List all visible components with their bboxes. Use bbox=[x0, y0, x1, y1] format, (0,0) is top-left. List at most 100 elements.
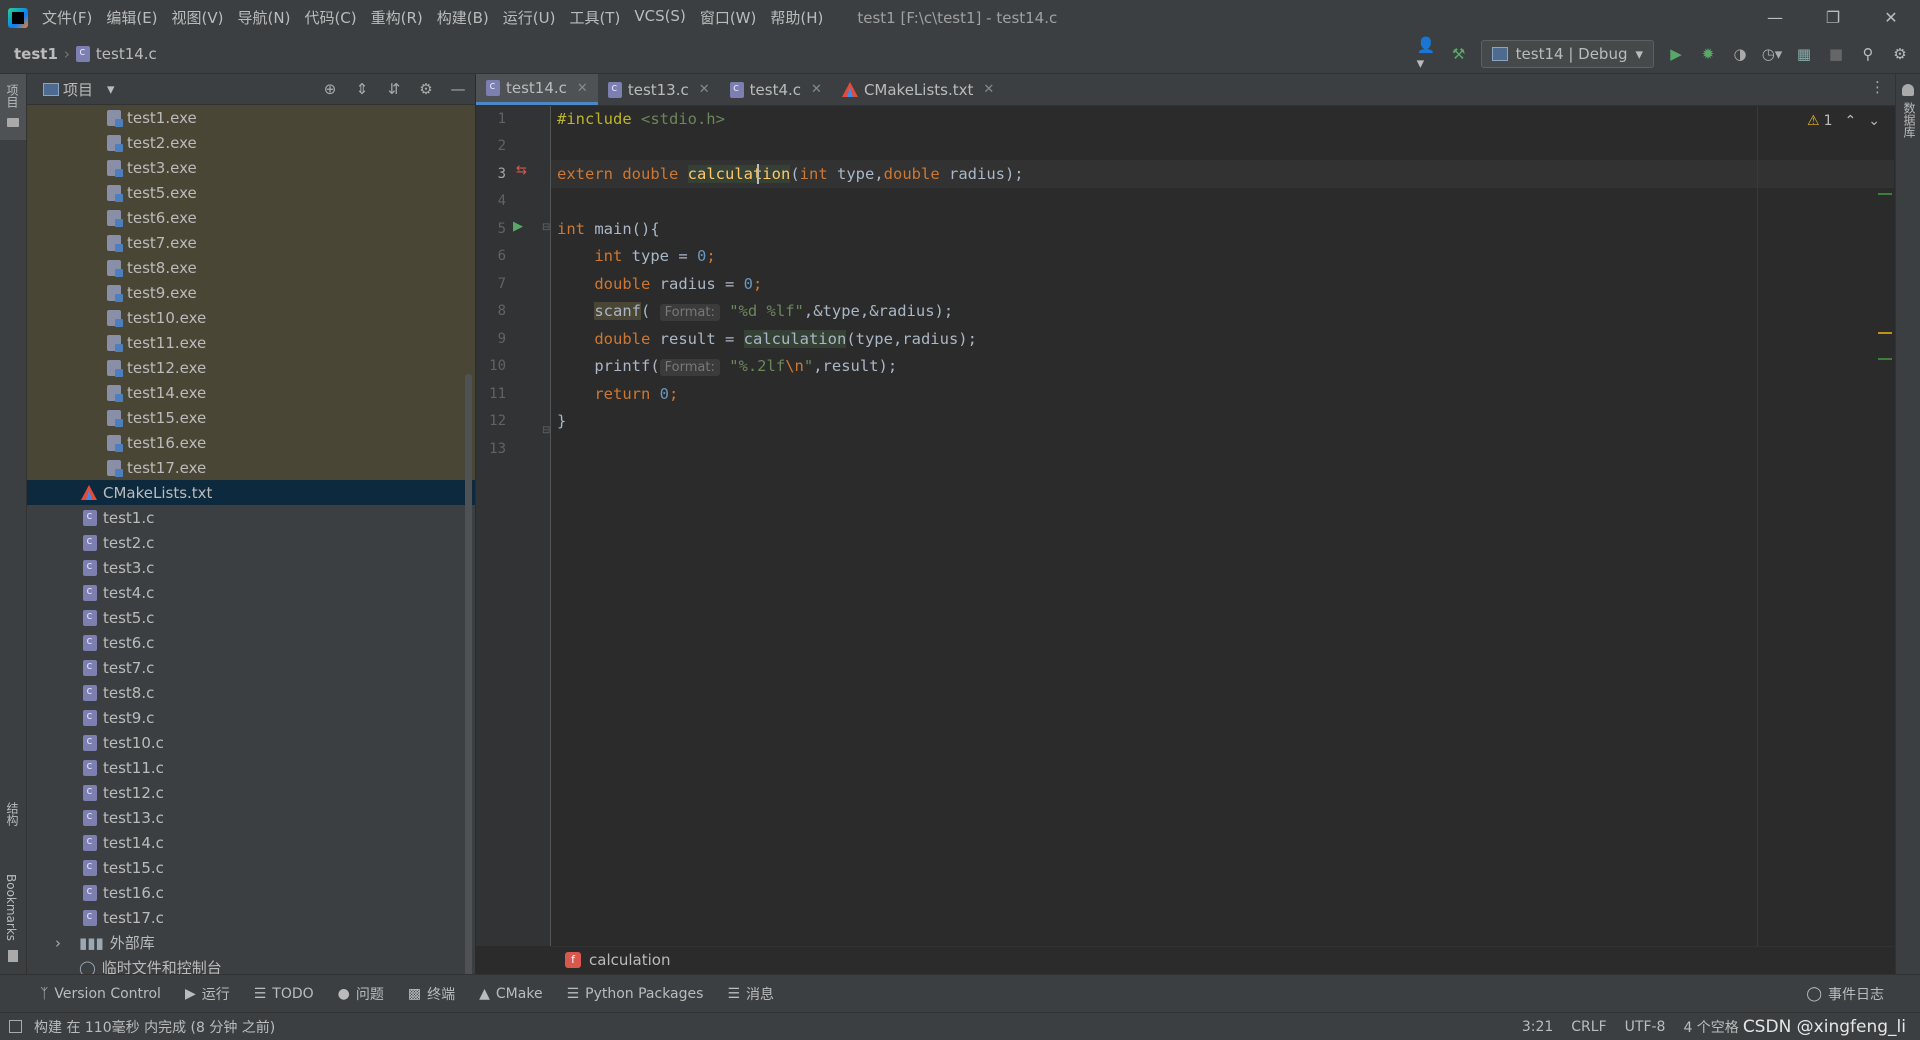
more-options-icon[interactable]: ⋮ bbox=[1870, 78, 1885, 96]
tree-item-source[interactable]: test3.c bbox=[27, 555, 475, 580]
tree-item-exe[interactable]: test11.exe bbox=[27, 330, 475, 355]
tree-item-exe[interactable]: test14.exe bbox=[27, 380, 475, 405]
project-panel-title[interactable]: 项目 bbox=[63, 79, 93, 100]
menu-item-0[interactable]: 文件(F) bbox=[42, 7, 92, 28]
tree-item-source[interactable]: test14.c bbox=[27, 830, 475, 855]
tree-item-source[interactable]: test7.c bbox=[27, 655, 475, 680]
tree-item-exe[interactable]: test3.exe bbox=[27, 155, 475, 180]
profile-icon[interactable]: ◷▾ bbox=[1762, 44, 1783, 64]
previous-highlight-icon[interactable]: ⌃ bbox=[1845, 113, 1857, 129]
code-editor[interactable]: #include <stdio.h> extern double calcula… bbox=[551, 106, 1894, 946]
menu-item-1[interactable]: 编辑(E) bbox=[106, 7, 157, 28]
tool-tab-terminal[interactable]: ▩ 终端 bbox=[408, 984, 455, 1004]
tree-item-source[interactable]: test12.c bbox=[27, 780, 475, 805]
restore-button[interactable]: ❐ bbox=[1804, 0, 1862, 35]
tree-item-exe[interactable]: test6.exe bbox=[27, 205, 475, 230]
hide-panel-icon[interactable]: — bbox=[449, 80, 467, 98]
tree-item-exe[interactable]: test15.exe bbox=[27, 405, 475, 430]
fold-icon[interactable]: ⊟ bbox=[542, 425, 550, 436]
inspection-widget[interactable]: ⚠ 1 ⌃ ⌄ bbox=[1807, 113, 1880, 129]
implementation-marker-icon[interactable]: ⇆ bbox=[516, 163, 527, 178]
panel-settings-gear-icon[interactable]: ⚙ bbox=[417, 80, 435, 98]
breadcrumb-function[interactable]: calculation bbox=[589, 951, 670, 969]
close-tab-icon[interactable]: ✕ bbox=[811, 82, 822, 97]
tree-item-source[interactable]: test17.c bbox=[27, 905, 475, 930]
breadcrumb-file[interactable]: test14.c bbox=[96, 45, 157, 63]
tree-item-source[interactable]: test5.c bbox=[27, 605, 475, 630]
structure-tool-button[interactable]: 结构 bbox=[4, 802, 21, 826]
caret-position[interactable]: 3:21 bbox=[1522, 1019, 1553, 1035]
close-window-button[interactable]: ✕ bbox=[1862, 0, 1920, 35]
run-icon[interactable]: ▶ bbox=[1666, 44, 1686, 64]
menu-item-5[interactable]: 重构(R) bbox=[371, 7, 423, 28]
run-configuration-selector[interactable]: test14 | Debug ▾ bbox=[1480, 40, 1654, 68]
tool-tab-problems[interactable]: ● 问题 bbox=[338, 984, 384, 1004]
bookmarks-tool-button[interactable]: Bookmarks bbox=[4, 874, 18, 941]
collapse-all-icon[interactable]: ⇵ bbox=[385, 80, 403, 98]
database-tool-button[interactable]: 数据库 bbox=[1901, 102, 1918, 138]
tree-item-exe[interactable]: test16.exe bbox=[27, 430, 475, 455]
tab-test14-c[interactable]: test14.c ✕ bbox=[476, 74, 598, 105]
next-highlight-icon[interactable]: ⌄ bbox=[1868, 113, 1880, 129]
fold-icon[interactable]: ⊟ bbox=[542, 222, 550, 233]
attach-debugger-icon[interactable]: ▦ bbox=[1794, 44, 1814, 64]
tree-item-exe[interactable]: test2.exe bbox=[27, 130, 475, 155]
run-gutter-icon[interactable]: ▶ bbox=[513, 219, 523, 234]
tool-tab-python-packages[interactable]: ☰ Python Packages bbox=[567, 986, 704, 1002]
warning-marker[interactable] bbox=[1878, 332, 1892, 334]
close-tab-icon[interactable]: ✕ bbox=[577, 81, 588, 96]
settings-gear-icon[interactable]: ⚙ bbox=[1890, 44, 1910, 64]
menu-item-11[interactable]: 帮助(H) bbox=[770, 7, 823, 28]
tree-item-source[interactable]: test13.c bbox=[27, 805, 475, 830]
coverage-icon[interactable]: ◑ bbox=[1730, 44, 1750, 64]
expand-all-icon[interactable]: ⇕ bbox=[353, 80, 371, 98]
project-tree-scrollbar[interactable] bbox=[465, 374, 472, 1024]
tool-tab-todo[interactable]: ☰ TODO bbox=[254, 986, 314, 1002]
chevron-down-icon[interactable]: ▾ bbox=[107, 80, 115, 98]
tool-tab-messages[interactable]: ☰ 消息 bbox=[727, 984, 774, 1004]
tool-tab-run[interactable]: ▶ 运行 bbox=[185, 984, 230, 1004]
tab-test4-c[interactable]: test4.c ✕ bbox=[720, 74, 832, 105]
indent-setting[interactable]: 4 个空格 bbox=[1683, 1017, 1738, 1037]
tree-item-external-libraries[interactable]: › ▮▮▮ 外部库 bbox=[27, 930, 475, 955]
line-separator[interactable]: CRLF bbox=[1571, 1019, 1606, 1035]
tab-cmakelists[interactable]: CMakeLists.txt ✕ bbox=[832, 74, 1004, 105]
close-tab-icon[interactable]: ✕ bbox=[699, 82, 710, 97]
tree-item-source[interactable]: test4.c bbox=[27, 580, 475, 605]
close-tab-icon[interactable]: ✕ bbox=[983, 82, 994, 97]
event-log-button[interactable]: ◯ 事件日志 bbox=[1806, 975, 1884, 1013]
minimize-button[interactable]: — bbox=[1746, 0, 1804, 35]
menu-item-3[interactable]: 导航(N) bbox=[238, 7, 291, 28]
tree-item-source[interactable]: test16.c bbox=[27, 880, 475, 905]
tree-item-source[interactable]: test9.c bbox=[27, 705, 475, 730]
tree-item-exe[interactable]: test1.exe bbox=[27, 105, 475, 130]
menu-item-7[interactable]: 运行(U) bbox=[503, 7, 556, 28]
stop-icon[interactable]: ■ bbox=[1826, 44, 1846, 64]
tree-item-exe[interactable]: test7.exe bbox=[27, 230, 475, 255]
tree-item-scratches[interactable]: ◯ 临时文件和控制台 bbox=[27, 955, 475, 976]
tree-item-exe[interactable]: test8.exe bbox=[27, 255, 475, 280]
menu-item-9[interactable]: VCS(S) bbox=[634, 7, 685, 28]
search-icon[interactable]: ⚲ bbox=[1858, 44, 1878, 64]
tree-item-exe[interactable]: test12.exe bbox=[27, 355, 475, 380]
locate-target-icon[interactable]: ⊕ bbox=[321, 80, 339, 98]
project-tool-button[interactable]: 项目 bbox=[4, 84, 21, 108]
tool-tab-cmake[interactable]: ▲ CMake bbox=[479, 986, 542, 1002]
menu-item-2[interactable]: 视图(V) bbox=[172, 7, 224, 28]
tree-item-source[interactable]: test6.c bbox=[27, 630, 475, 655]
tree-item-exe[interactable]: test9.exe bbox=[27, 280, 475, 305]
tree-item-source[interactable]: test11.c bbox=[27, 755, 475, 780]
tree-item-source[interactable]: test2.c bbox=[27, 530, 475, 555]
menu-item-6[interactable]: 构建(B) bbox=[437, 7, 489, 28]
menu-item-8[interactable]: 工具(T) bbox=[569, 7, 620, 28]
tree-item-source[interactable]: test15.c bbox=[27, 855, 475, 880]
tree-item-source[interactable]: test8.c bbox=[27, 680, 475, 705]
tool-tab-version-control[interactable]: ᛉ Version Control bbox=[40, 986, 161, 1002]
tree-item-source[interactable]: test1.c bbox=[27, 505, 475, 530]
toggle-tool-windows-icon[interactable] bbox=[9, 1020, 22, 1033]
breadcrumb-project[interactable]: test1 bbox=[14, 45, 58, 63]
account-icon[interactable]: 👤▾ bbox=[1417, 36, 1437, 72]
tree-item-source[interactable]: test10.c bbox=[27, 730, 475, 755]
menu-item-10[interactable]: 窗口(W) bbox=[700, 7, 757, 28]
tree-item-exe[interactable]: test10.exe bbox=[27, 305, 475, 330]
